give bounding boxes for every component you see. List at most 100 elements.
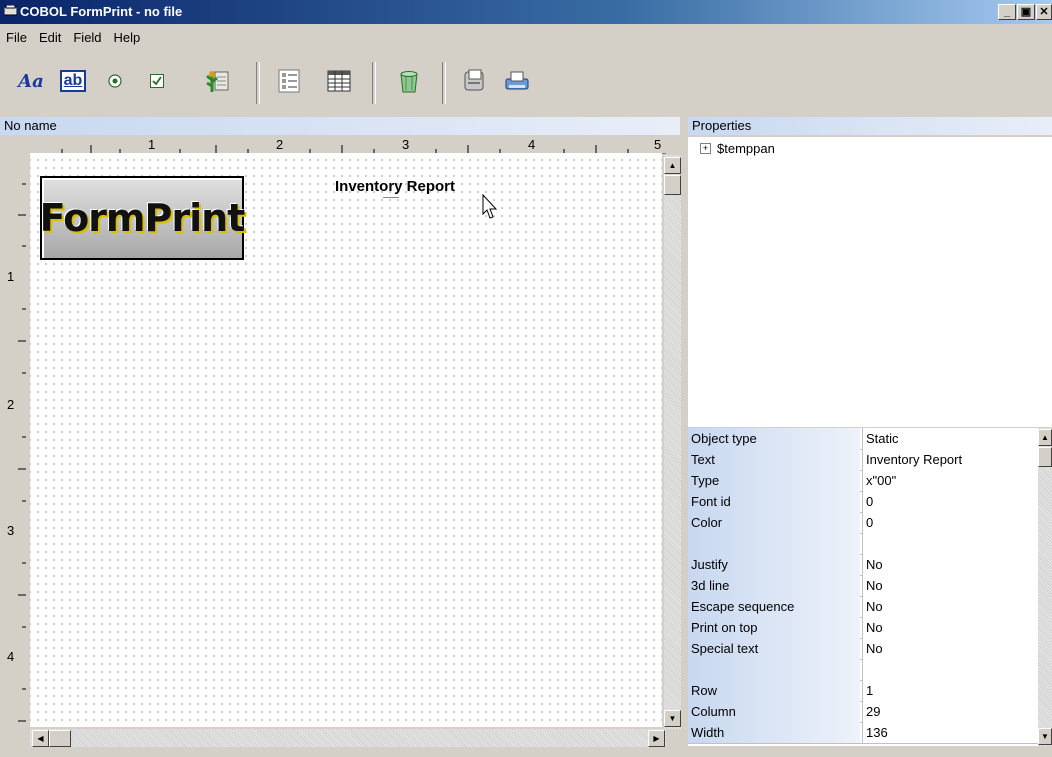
property-name: 3d line	[688, 575, 860, 596]
recycle-bin-button[interactable]	[392, 64, 426, 98]
property-row[interactable]: Print on top No	[688, 617, 1038, 639]
canvas-horizontal-scrollbar[interactable]: ◀ ▶	[30, 729, 666, 747]
property-name: Object type	[688, 428, 860, 449]
table-grid-button[interactable]	[322, 64, 356, 98]
list-options-button[interactable]	[272, 64, 306, 98]
print-preview-button[interactable]	[458, 64, 492, 98]
scroll-up-button[interactable]: ▲	[664, 157, 681, 174]
property-value[interactable]: No	[862, 554, 1038, 575]
property-row[interactable]: Type x"00"	[688, 470, 1038, 492]
property-row[interactable]: Text Inventory Report	[688, 449, 1038, 471]
report-title-field[interactable]: Inventory Report	[335, 178, 455, 195]
property-row[interactable]: Escape sequence No	[688, 596, 1038, 618]
scroll-down-button[interactable]: ▼	[1038, 728, 1052, 745]
property-value[interactable]: Static	[862, 428, 1038, 449]
property-name: Row	[688, 680, 860, 701]
canvas-vertical-scrollbar[interactable]: ▲ ▼	[664, 155, 681, 729]
scroll-down-button[interactable]: ▼	[664, 710, 681, 727]
scroll-thumb[interactable]	[1038, 447, 1052, 467]
image-tool-icon	[206, 71, 229, 92]
property-value[interactable]: No	[862, 617, 1038, 638]
menu-help[interactable]: Help	[108, 28, 147, 47]
menu-bar: File Edit Field Help	[0, 28, 1052, 50]
scroll-up-button[interactable]: ▲	[1038, 429, 1052, 446]
selection-marker	[383, 197, 399, 198]
print-button[interactable]	[500, 64, 534, 98]
property-value[interactable]	[862, 659, 1038, 680]
toolbar-separator	[372, 62, 376, 104]
mouse-cursor-icon	[482, 194, 498, 219]
image-tool-button[interactable]	[200, 64, 234, 98]
checkbox-icon	[150, 74, 164, 88]
property-value[interactable]: x"00"	[862, 470, 1038, 491]
scroll-thumb[interactable]	[49, 730, 71, 747]
scroll-right-button[interactable]: ▶	[648, 730, 665, 747]
expand-icon[interactable]: +	[700, 143, 711, 154]
property-row[interactable]: Color 0	[688, 512, 1038, 534]
property-row[interactable]: Font id 0	[688, 491, 1038, 513]
toolbar-separator	[442, 62, 446, 104]
property-name: Special text	[688, 638, 860, 659]
formprint-logo[interactable]: FormPrint	[39, 176, 246, 260]
property-value[interactable]: 0	[862, 491, 1038, 512]
property-row[interactable]: Special text No	[688, 638, 1038, 660]
property-value[interactable]: No	[862, 596, 1038, 617]
radio-button-tool[interactable]	[98, 64, 132, 98]
property-grid: Object type Static Text Inventory Report T…	[688, 428, 1038, 746]
property-value[interactable]: No	[862, 638, 1038, 659]
properties-header: Properties	[688, 117, 1052, 135]
property-row[interactable]	[688, 659, 1038, 681]
ruler-label: 3	[402, 137, 410, 152]
horizontal-ruler: 1 2 3 4 5	[30, 137, 666, 154]
window-title: COBOL FormPrint - no file	[20, 4, 183, 19]
property-row[interactable]: Justify No	[688, 554, 1038, 576]
property-value[interactable]: Inventory Report	[862, 449, 1038, 470]
scroll-left-button[interactable]: ◀	[32, 730, 49, 747]
edit-field-icon: ab	[59, 70, 87, 92]
property-value[interactable]: 1	[862, 680, 1038, 701]
property-value[interactable]: 136	[862, 722, 1038, 743]
property-grid-scrollbar[interactable]: ▲ ▼	[1038, 428, 1052, 746]
property-value[interactable]	[862, 533, 1038, 554]
property-row[interactable]: Row 1	[688, 680, 1038, 702]
menu-edit[interactable]: Edit	[33, 28, 67, 47]
property-name	[688, 659, 860, 680]
ruler-label: 2	[7, 397, 15, 412]
ruler-label: 2	[276, 137, 284, 152]
property-name: Justify	[688, 554, 860, 575]
recycle-bin-icon	[400, 71, 418, 93]
property-name	[688, 533, 860, 554]
menu-field[interactable]: Field	[67, 28, 107, 47]
document-header: No name	[0, 117, 680, 135]
ruler-ticks	[61, 145, 629, 153]
toolbar-separator	[256, 62, 260, 104]
property-name: Print on top	[688, 617, 860, 638]
print-preview-icon	[464, 69, 484, 91]
property-name: Font id	[688, 491, 860, 512]
text-tool-button[interactable]: Aa	[14, 64, 48, 98]
ruler-label: 5	[654, 137, 662, 152]
property-value[interactable]: 0	[862, 512, 1038, 533]
property-name: Column	[688, 701, 860, 722]
edit-field-button[interactable]: ab	[56, 64, 90, 98]
property-value[interactable]: No	[862, 575, 1038, 596]
radio-button-icon	[108, 74, 122, 88]
restore-button[interactable]: ▣	[1017, 4, 1035, 20]
property-row[interactable]: Object type Static	[688, 428, 1038, 450]
tree-node[interactable]: + $temppan	[700, 141, 775, 156]
property-row[interactable]: Width 136	[688, 722, 1038, 744]
menu-file[interactable]: File	[0, 28, 33, 47]
property-value[interactable]: 29	[862, 701, 1038, 722]
vertical-ruler: 1 2 3 4	[4, 153, 30, 727]
ruler-label: 1	[7, 269, 15, 284]
text-tool-icon: Aa	[18, 70, 44, 92]
close-button[interactable]: ✕	[1036, 4, 1052, 20]
scroll-thumb[interactable]	[664, 175, 681, 195]
logo-text: FormPrint	[39, 196, 246, 240]
property-row[interactable]: 3d line No	[688, 575, 1038, 597]
ruler-label: 3	[7, 523, 15, 538]
property-row[interactable]: Column 29	[688, 701, 1038, 723]
checkbox-tool[interactable]	[140, 64, 174, 98]
minimize-button[interactable]: _	[998, 4, 1016, 20]
property-row[interactable]	[688, 533, 1038, 555]
